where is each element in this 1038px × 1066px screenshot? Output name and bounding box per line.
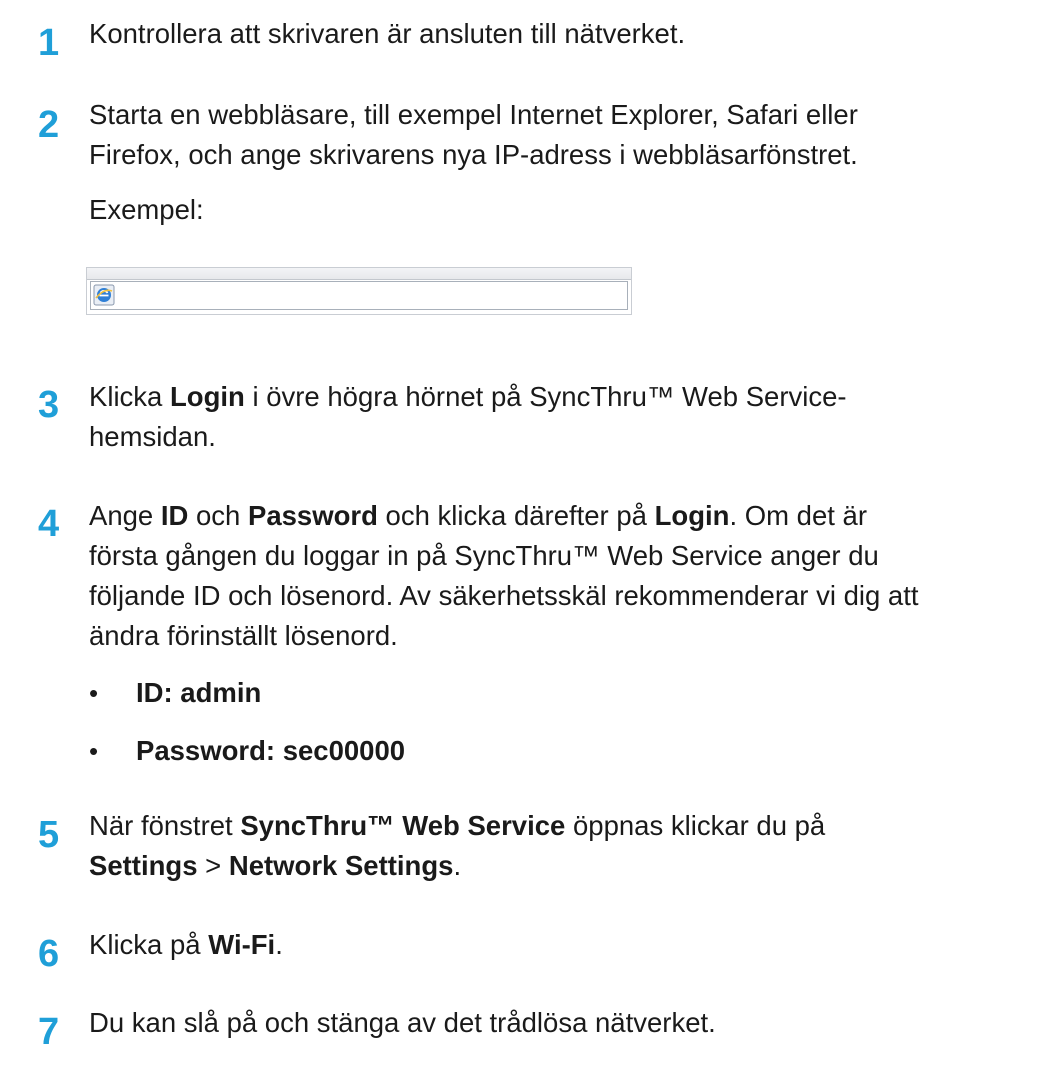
bullet-id-admin: ID: admin [136, 677, 262, 708]
step-number-1: 1 [38, 22, 60, 64]
ie-browser-icon [93, 284, 115, 306]
step-number-7: 7 [38, 1011, 60, 1053]
id-term: ID [160, 500, 189, 531]
step-4-line-3: följande ID och lösenord. Av säkerhetssk… [89, 580, 919, 611]
login-term: Login [170, 381, 245, 412]
step-3-text-a: Klicka [89, 381, 170, 412]
step-4-line-4: ändra förinställt lösenord. [89, 620, 398, 651]
settings-term: Settings [89, 850, 198, 881]
step-6-text-a: Klicka på [89, 929, 209, 960]
step-number-5: 5 [38, 814, 60, 856]
url-field [90, 281, 628, 310]
step-5-line-1: När fönstret SyncThru™ Web Service öppna… [89, 806, 825, 846]
syncthru-term: SyncThru™ Web Service [240, 810, 566, 841]
network-settings-term: Network Settings [228, 850, 454, 881]
example-label: Exempel: [89, 194, 204, 225]
wifi-term: Wi-Fi [208, 929, 276, 960]
step-4-text-a: Ange [89, 500, 161, 531]
step-6-line-1: Klicka på Wi-Fi. [89, 925, 283, 965]
step-4-text-e: . Om det är [729, 500, 867, 531]
step-4-line-2: första gången du loggar in på SyncThru™ … [89, 540, 879, 571]
step-4-line-1: Ange ID och Password och klicka därefter… [89, 496, 867, 536]
step-3-line-2: hemsidan. [89, 421, 216, 452]
step-7-text: Du kan slå på och stänga av det trådlösa… [89, 1007, 716, 1038]
step-2-line-2: Firefox, och ange skrivarens nya IP-adre… [89, 139, 858, 170]
step-1-text: Kontrollera att skrivaren är ansluten ti… [89, 18, 686, 49]
step-4-text-c: och [188, 500, 248, 531]
step-5-text-c: öppnas klickar du på [565, 810, 826, 841]
step-number-2: 2 [38, 104, 60, 146]
step-number-3: 3 [38, 384, 60, 426]
step-5-line-2: Settings > Network Settings. [89, 846, 461, 886]
step-4-text-d: och klicka därefter på [377, 500, 655, 531]
bullet-password: Password: sec00000 [136, 735, 406, 766]
browser-address-bar [86, 267, 632, 315]
step-5-end: . [453, 850, 462, 881]
step-5-text-a: När fönstret [89, 810, 241, 841]
password-term: Password [248, 500, 378, 531]
step-2-line-1: Starta en webbläsare, till exempel Inter… [89, 99, 858, 130]
bullet-dot: • [89, 736, 99, 766]
step-number-4: 4 [38, 503, 60, 545]
step-3-line-1: Klicka Login i övre högra hörnet på Sync… [89, 377, 847, 417]
login-term: Login [654, 500, 730, 531]
bullet-dot: • [89, 678, 99, 708]
menu-separator: > [197, 850, 229, 881]
step-number-6: 6 [38, 933, 60, 975]
step-6-end: . [275, 929, 283, 960]
step-3-text-c: i övre högra hörnet på SyncThru™ Web Ser… [244, 381, 847, 412]
address-bar-chrome [87, 268, 631, 280]
